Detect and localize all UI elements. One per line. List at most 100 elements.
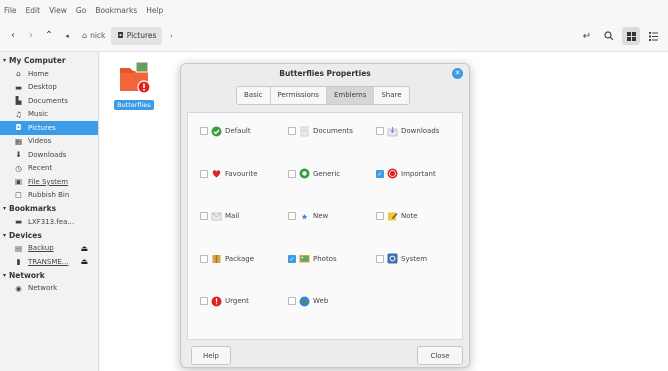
emblem-label: Documents — [313, 127, 353, 135]
sidebar-item-home[interactable]: ⌂ Home — [0, 67, 98, 81]
emblem-checkbox[interactable] — [200, 169, 208, 178]
emblem-checkbox[interactable] — [288, 212, 296, 220]
emblem-new[interactable]: New — [288, 210, 376, 222]
sidebar-item-label: Network — [28, 284, 58, 293]
menu-bookmarks[interactable]: Bookmarks — [95, 6, 137, 15]
emblem-photos[interactable]: ✓ Photos — [288, 253, 376, 265]
desktop-icon: ▬ — [14, 82, 23, 92]
home-icon: ⌂ — [16, 69, 21, 79]
sidebar-item-documents[interactable]: ▙ Documents — [0, 94, 98, 108]
eject-icon[interactable]: ⏏ — [80, 257, 88, 266]
sidebar-section-devices[interactable]: ▾ Devices — [0, 229, 98, 242]
menu-help[interactable]: Help — [146, 6, 163, 15]
breadcrumb-pictures[interactable]: ◘ Pictures — [111, 26, 163, 45]
sidebar-item-desktop[interactable]: ▬ Desktop — [0, 81, 98, 95]
sidebar-item-file-system[interactable]: ▣ File System — [0, 175, 98, 189]
emblem-checkbox[interactable]: ✓ — [288, 254, 296, 263]
sidebar-item-label: Videos — [28, 137, 52, 146]
tab-basic[interactable]: Basic — [237, 87, 271, 104]
breadcrumb-home[interactable]: ⌂ nick — [76, 27, 111, 45]
toggle-location-button[interactable]: ◂ — [58, 27, 76, 45]
emblem-important[interactable]: ✓ Important — [376, 168, 460, 180]
sidebar-section-network[interactable]: ▾ Network — [0, 269, 98, 282]
emblem-checkbox[interactable] — [200, 212, 208, 220]
sidebar-item-pictures[interactable]: ◘ Pictures — [0, 121, 98, 135]
sidebar-item-music[interactable]: ♫ Music — [0, 108, 98, 122]
emblem-checkbox[interactable] — [288, 127, 296, 135]
videos-icon: ▦ — [14, 136, 23, 146]
grid-view-icon[interactable] — [622, 27, 640, 45]
sidebar-item-label: Home — [28, 69, 49, 78]
sidebar-item-network[interactable]: ◉ Network — [0, 282, 98, 296]
emblem-default[interactable]: Default — [200, 125, 288, 137]
sidebar-section-my-computer[interactable]: ▾ My Computer — [0, 54, 98, 67]
emblem-favourite[interactable]: Favourite — [200, 168, 288, 180]
back-button[interactable]: ‹ — [4, 27, 22, 45]
tab-emblems[interactable]: Emblems — [326, 87, 375, 104]
emblem-note[interactable]: Note — [376, 210, 460, 222]
emblem-package[interactable]: Package — [200, 253, 288, 265]
restore-icon[interactable]: ↵ — [578, 27, 596, 45]
emblem-downloads[interactable]: Downloads — [376, 125, 460, 137]
sidebar-item-recent[interactable]: ◷ Recent — [0, 162, 98, 176]
emblem-checkbox[interactable] — [376, 212, 384, 220]
sidebar-item-downloads[interactable]: ⬇ Downloads — [0, 148, 98, 162]
sidebar-item-bookmark[interactable]: ▬ LXF313.fea... — [0, 215, 98, 229]
breadcrumb-next-button[interactable]: › — [162, 27, 180, 45]
emblem-label: Important — [401, 169, 436, 178]
new-emblem-icon — [301, 213, 308, 219]
tab-permissions[interactable]: Permissions — [271, 87, 327, 104]
emblem-label: Favourite — [225, 169, 258, 178]
sidebar-item-transmemory[interactable]: ▮ TRANSME... ⏏ — [0, 255, 98, 269]
sidebar-item-label: Downloads — [28, 150, 67, 159]
important-emblem-icon — [387, 168, 398, 179]
emblem-checkbox[interactable] — [288, 169, 296, 178]
folder-item-butterflies[interactable]: Butterflies — [114, 60, 154, 110]
help-button[interactable]: Help — [191, 346, 231, 365]
eject-icon[interactable]: ⏏ — [80, 244, 88, 253]
sidebar-item-label: File System — [28, 177, 69, 186]
emblem-documents[interactable]: Documents — [288, 125, 376, 137]
forward-button[interactable]: › — [22, 27, 40, 45]
emblem-system[interactable]: System — [376, 253, 460, 265]
emblem-label: Web — [313, 297, 329, 305]
search-icon[interactable] — [600, 27, 618, 45]
close-icon[interactable]: ✕ — [452, 68, 463, 79]
drive-icon: ▤ — [14, 243, 23, 253]
folder-label: Butterflies — [114, 100, 154, 110]
up-button[interactable]: ⌃ — [40, 27, 58, 45]
close-button[interactable]: Close — [417, 346, 463, 365]
sidebar-item-videos[interactable]: ▦ Videos — [0, 135, 98, 149]
emblem-mail[interactable]: Mail — [200, 210, 288, 222]
generic-emblem-icon — [299, 168, 310, 179]
menu-edit[interactable]: Edit — [26, 6, 41, 15]
list-view-icon[interactable] — [644, 27, 662, 45]
menu-go[interactable]: Go — [76, 6, 86, 15]
emblem-urgent[interactable]: Urgent — [200, 295, 288, 307]
emblem-label: Downloads — [401, 127, 440, 135]
emblem-web[interactable]: Web — [288, 295, 376, 307]
emblem-checkbox[interactable] — [376, 127, 384, 135]
emblem-checkbox[interactable]: ✓ — [376, 169, 384, 178]
package-icon — [212, 255, 221, 263]
emblem-checkbox[interactable] — [200, 254, 208, 263]
emblem-checkbox[interactable] — [376, 254, 384, 263]
network-icon: ◉ — [15, 283, 22, 293]
emblem-checkbox[interactable] — [288, 297, 296, 305]
emblem-checkbox[interactable] — [200, 297, 208, 305]
breadcrumb-label: nick — [90, 31, 106, 40]
menu-file[interactable]: File — [4, 6, 17, 15]
sidebar-item-backup[interactable]: ▤ Backup ⏏ — [0, 242, 98, 256]
emblem-grid: Default Documents Downloads Favourite Ge… — [200, 125, 460, 338]
emblem-checkbox[interactable] — [200, 127, 208, 135]
sidebar: ▾ My Computer ⌂ Home ▬ Desktop ▙ Documents ♫… — [0, 52, 99, 371]
breadcrumb-label: Pictures — [126, 31, 157, 40]
sidebar-item-rubbish-bin[interactable]: ☐ Rubbish Bin — [0, 189, 98, 203]
tab-share[interactable]: Share — [374, 87, 408, 104]
camera-icon: ◘ — [117, 31, 124, 40]
menu-view[interactable]: View — [49, 6, 67, 15]
chevron-down-icon: ▾ — [3, 231, 7, 239]
system-icon — [387, 253, 398, 264]
sidebar-section-bookmarks[interactable]: ▾ Bookmarks — [0, 202, 98, 215]
emblem-generic[interactable]: Generic — [288, 168, 376, 180]
